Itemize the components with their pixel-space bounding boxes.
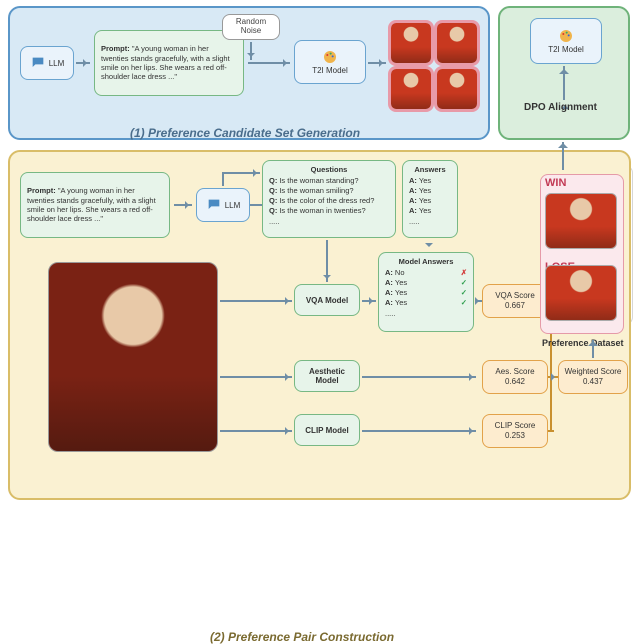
weighted-score-box: Weighted Score 0.437: [558, 360, 628, 394]
preference-dataset-box: WIN LOSE: [540, 174, 624, 334]
arrow: [76, 62, 90, 64]
model-answers-box: Model Answers A:No✗ A:Yes✓ A:Yes✓ A:Yes✓…: [378, 252, 474, 332]
arrow: [326, 240, 328, 282]
check-icon: ✓: [461, 288, 467, 298]
questions-title: Questions: [269, 165, 389, 174]
aes-score-label: Aes. Score: [495, 367, 534, 377]
llm-label: LLM: [49, 59, 65, 68]
check-icon: ✓: [461, 278, 467, 288]
check-icon: ✓: [461, 298, 467, 308]
prompt-label: Prompt:: [101, 44, 130, 53]
arrow: [248, 62, 290, 64]
arrow: [250, 42, 252, 60]
random-noise-box: Random Noise: [222, 14, 280, 40]
clip-score-box: CLIP Score 0.253: [482, 414, 548, 448]
panel-dpo: T2I Model DPO Alignment (3): [498, 6, 630, 140]
clip-model-label: CLIP Model: [305, 426, 348, 435]
candidate-image: [436, 22, 478, 64]
arrow: [368, 62, 386, 64]
chat-icon: [206, 197, 222, 213]
arrow: [174, 204, 192, 206]
cross-icon: ✗: [461, 268, 467, 278]
clip-score-value: 0.253: [505, 431, 525, 441]
arrow-dataset-to-dpo-head: [558, 138, 568, 148]
prompt-label: Prompt:: [27, 186, 56, 195]
arrow: [220, 430, 292, 432]
t2i-model-1: T2I Model: [294, 40, 366, 84]
aes-score-value: 0.642: [505, 377, 525, 387]
random-noise-label: Random Noise: [227, 18, 275, 36]
connector: [548, 430, 554, 432]
t2i-label: T2I Model: [548, 45, 584, 54]
llm-node-2: LLM: [196, 188, 250, 222]
lose-image: [545, 265, 617, 321]
win-image: [545, 193, 617, 249]
arrow-up-head: [588, 336, 598, 346]
chat-icon: [30, 55, 46, 71]
candidate-image: [436, 68, 478, 110]
spacer: [428, 240, 430, 250]
arrow: [362, 300, 376, 302]
t2i-label: T2I Model: [312, 66, 348, 75]
t2i-model-3: T2I Model: [530, 18, 602, 64]
panel-candidate-generation: LLM Prompt: "A young woman in her twenti…: [8, 6, 490, 140]
connector: [222, 172, 224, 186]
vqa-score-box: VQA Score 0.667: [482, 284, 548, 318]
answers-box: Answers A:Yes A:Yes A:Yes A:Yes .....: [402, 160, 458, 238]
llm-node-1: LLM: [20, 46, 74, 80]
vqa-score-value: 0.667: [505, 301, 525, 311]
model-answers-title: Model Answers: [385, 257, 467, 266]
llm-label: LLM: [225, 201, 241, 210]
panel2-caption: (2) Preference Pair Construction: [210, 630, 394, 644]
panel1-caption: (1) Preference Candidate Set Generation: [130, 126, 360, 140]
vqa-score-label: VQA Score: [495, 291, 535, 301]
arrow: [362, 376, 476, 378]
arrow: [362, 430, 476, 432]
vqa-model-box: VQA Model: [294, 284, 360, 316]
answers-title: Answers: [409, 165, 451, 174]
arrow: [552, 376, 558, 378]
palette-icon: [558, 28, 574, 44]
palette-icon: [322, 49, 338, 65]
vqa-model-label: VQA Model: [306, 296, 348, 305]
panel-pair-construction: Prompt: "A young woman in her twenties s…: [8, 150, 631, 500]
arrow-up-head: [559, 64, 569, 74]
prompt-box-2: Prompt: "A young woman in her twenties s…: [20, 172, 170, 238]
arrow: [220, 300, 292, 302]
prompt-box-1: Prompt: "A young woman in her twenties s…: [94, 30, 244, 96]
clip-model-box: CLIP Model: [294, 414, 360, 446]
preference-dataset-label: Preference Dataset: [542, 338, 624, 348]
arrow: [222, 172, 260, 174]
arrow: [220, 376, 292, 378]
weighted-score-value: 0.437: [583, 377, 603, 387]
candidate-image: [390, 68, 432, 110]
questions-box: Questions Q:Is the woman standing? Q:Is …: [262, 160, 396, 238]
aes-score-box: Aes. Score 0.642: [482, 360, 548, 394]
candidate-image-large: [48, 262, 218, 452]
clip-score-label: CLIP Score: [495, 421, 536, 431]
weighted-score-label: Weighted Score: [565, 367, 622, 377]
win-label: WIN: [545, 177, 566, 189]
aesthetic-model-label: Aesthetic Model: [299, 367, 355, 385]
candidate-image: [390, 22, 432, 64]
aesthetic-model-box: Aesthetic Model: [294, 360, 360, 392]
dpo-alignment-label: DPO Alignment: [524, 102, 597, 113]
